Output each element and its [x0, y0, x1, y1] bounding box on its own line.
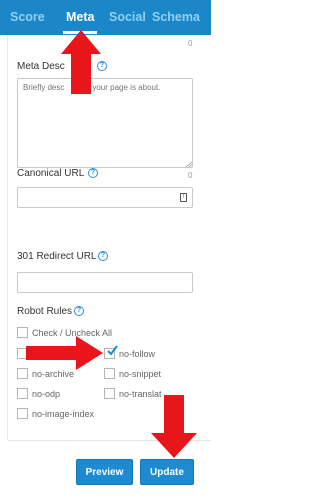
annotation-arrow-up-icon [61, 30, 101, 94]
update-button[interactable]: Update [140, 459, 194, 485]
no-image-index-label: no-image-index [32, 409, 95, 419]
no-odp-checkbox[interactable] [17, 388, 28, 399]
help-icon[interactable]: ? [88, 168, 98, 178]
tab-meta[interactable]: Meta [66, 10, 94, 24]
meta-description-counter: 0 [188, 171, 193, 180]
preview-button[interactable]: Preview [76, 459, 133, 485]
no-odp-label: no-odp [32, 389, 61, 399]
redirect-url-input[interactable] [17, 272, 193, 293]
redirect-url-label: 301 Redirect URL [17, 251, 97, 262]
no-snippet-label: no-snippet [119, 369, 162, 379]
no-snippet-checkbox[interactable] [104, 368, 115, 379]
help-icon[interactable]: ? [74, 306, 84, 316]
tab-social[interactable]: Social [109, 10, 146, 24]
annotation-arrow-right-icon [26, 336, 103, 370]
resize-grip-icon[interactable] [186, 162, 192, 167]
meta-description-label: Meta Desc [17, 61, 65, 72]
meta-description-input[interactable] [17, 78, 193, 168]
robot-rules-label: Robot Rules [17, 306, 73, 317]
tab-score[interactable]: Score [10, 10, 45, 24]
character-counter: 0 [188, 39, 193, 48]
annotation-arrow-down-icon [151, 395, 197, 458]
no-translate-checkbox[interactable] [104, 388, 115, 399]
contact-card-icon[interactable]: ! [180, 193, 187, 202]
tab-bar: Score Meta Social Schema [0, 0, 211, 35]
tab-schema[interactable]: Schema [152, 10, 200, 24]
canonical-url-input[interactable] [17, 187, 193, 208]
checkmark-icon [107, 345, 118, 356]
no-image-index-checkbox[interactable] [17, 408, 28, 419]
no-follow-label: no-follow [119, 349, 156, 359]
help-icon[interactable]: ? [98, 251, 108, 261]
canonical-url-label: Canonical URL [17, 168, 85, 179]
panel-left-border [7, 35, 8, 440]
no-archive-label: no-archive [32, 369, 75, 379]
